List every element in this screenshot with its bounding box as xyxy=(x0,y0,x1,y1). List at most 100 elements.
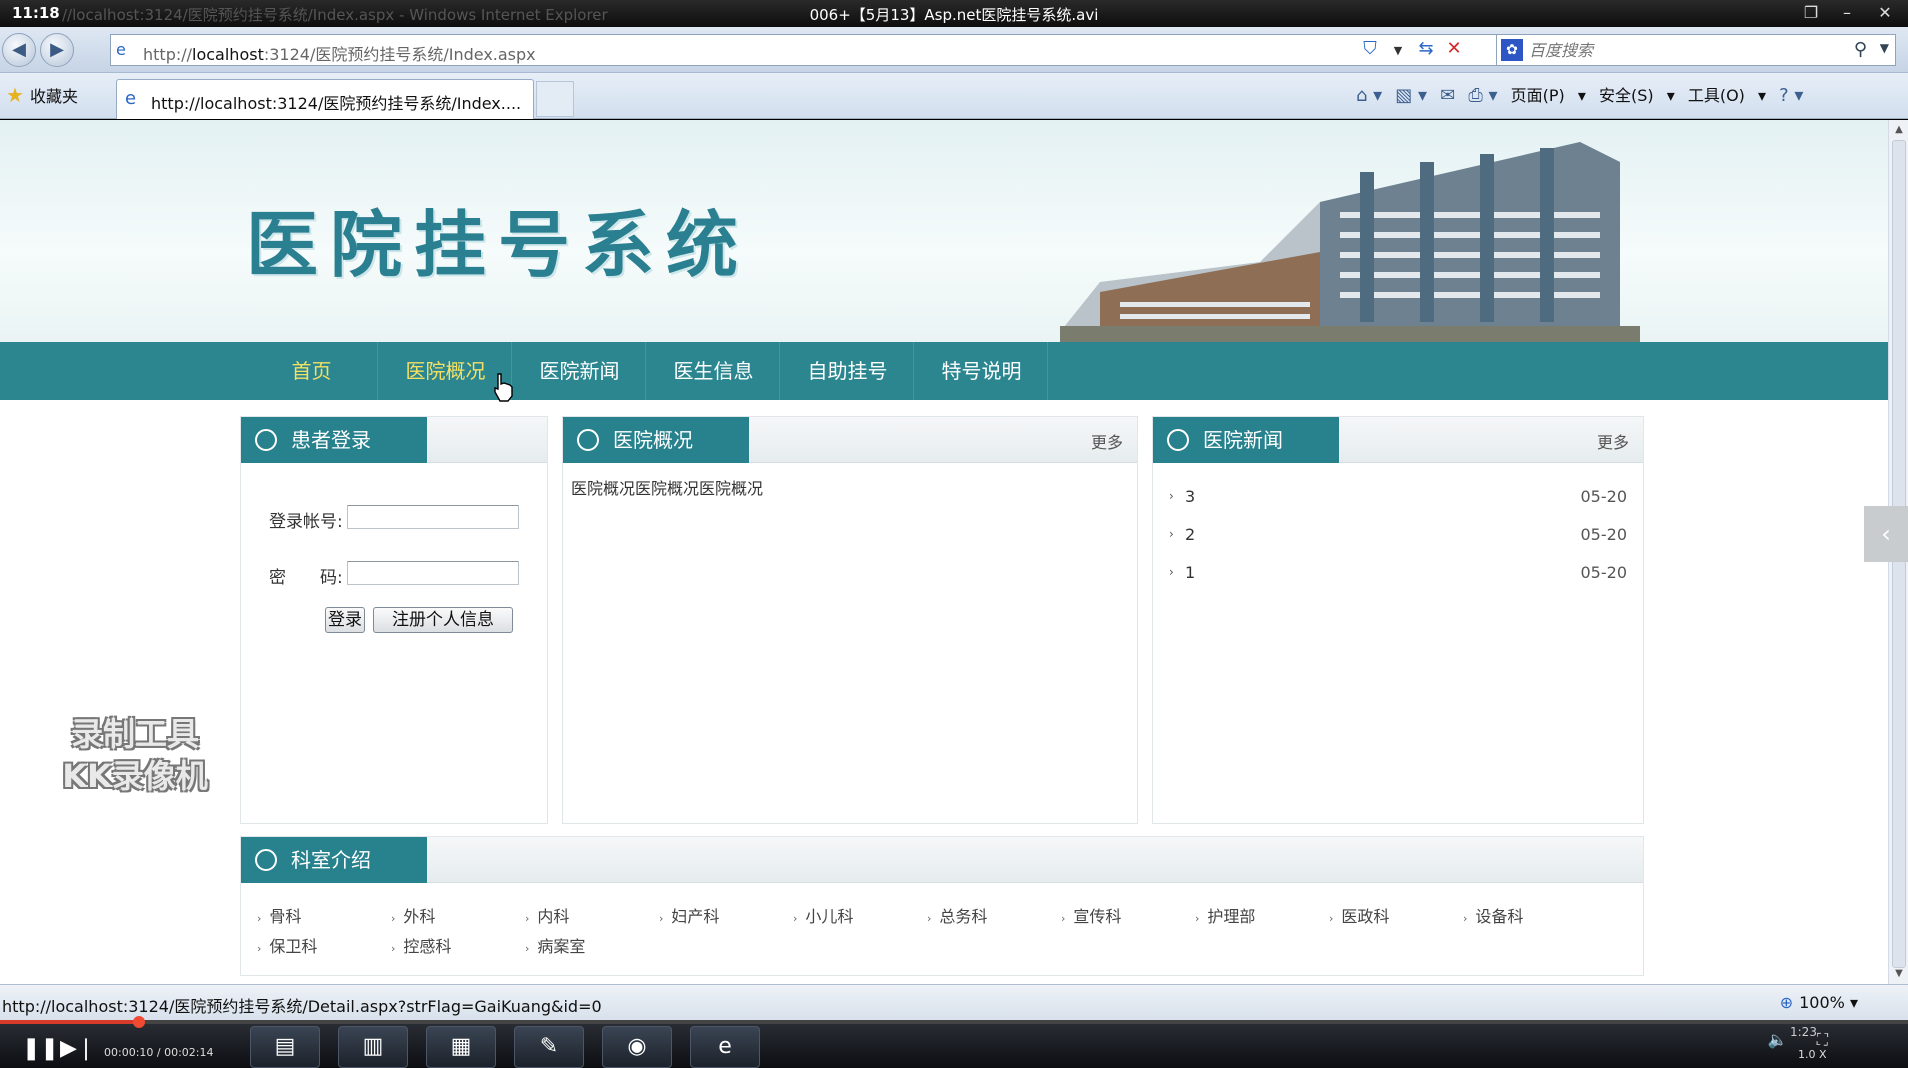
news-date: 05-20 xyxy=(1580,487,1628,506)
address-bar[interactable]: e http://localhost:3124/医院预约挂号系统/Index.a… xyxy=(110,34,1500,66)
password-input[interactable] xyxy=(347,561,519,585)
department-link[interactable]: › 小儿科 xyxy=(793,903,853,927)
print-icon[interactable]: ⎙ ▾ xyxy=(1468,81,1497,111)
account-label: 登录帐号: xyxy=(269,512,343,532)
department-link[interactable]: › 总务科 xyxy=(927,903,987,927)
tools-menu[interactable]: 工具(O) ▾ xyxy=(1688,81,1766,111)
overview-panel-title: 医院概况 xyxy=(563,417,749,463)
login-panel-header: 患者登录 xyxy=(241,417,547,463)
news-title[interactable]: 3 xyxy=(1185,487,1195,506)
minimize-icon[interactable]: – xyxy=(1836,3,1858,23)
news-date: 05-20 xyxy=(1580,525,1628,544)
safety-menu[interactable]: 安全(S) ▾ xyxy=(1599,81,1675,111)
search-box[interactable]: ✿ ⚲ ▼ xyxy=(1496,34,1896,66)
browser-tab[interactable]: e http://localhost:3124/医院预约挂号系统/Index..… xyxy=(116,79,534,119)
department-link[interactable]: › 控感科 xyxy=(391,933,451,957)
back-button[interactable]: ◀ xyxy=(2,33,36,67)
news-panel-header: 医院新闻 更多 xyxy=(1153,417,1643,463)
department-link[interactable]: › 宣传科 xyxy=(1061,903,1121,927)
page-menu[interactable]: 页面(P) ▾ xyxy=(1511,81,1586,111)
overview-more-link[interactable]: 更多 xyxy=(1091,429,1123,453)
ie-icon: e xyxy=(125,88,137,109)
system-tray: 🔈 ⛶ xyxy=(1768,1030,1828,1050)
address-url[interactable]: http://localhost:3124/医院预约挂号系统/Index.asp… xyxy=(143,41,536,65)
department-link[interactable]: › 保卫科 xyxy=(257,933,317,957)
department-link[interactable]: › 设备科 xyxy=(1463,903,1523,927)
pause-icon[interactable]: ❚❚ xyxy=(22,1036,59,1061)
nav-home[interactable]: 首页 xyxy=(246,342,378,400)
news-item[interactable]: › 2 05-20 xyxy=(1169,525,1627,549)
help-icon[interactable]: ? ▾ xyxy=(1779,81,1803,111)
news-item[interactable]: › 1 05-20 xyxy=(1169,563,1627,587)
next-icon[interactable]: ▶❘ xyxy=(60,1036,95,1061)
recorder-watermark: 录制工具 KK录像机 xyxy=(62,715,208,795)
news-date: 05-20 xyxy=(1580,563,1628,582)
taskbar-excel-icon[interactable]: ▦ xyxy=(426,1026,496,1068)
department-link[interactable]: › 妇产科 xyxy=(659,903,719,927)
chevron-right-icon: › xyxy=(1169,527,1174,541)
status-url: http://localhost:3124/医院预约挂号系统/Detail.as… xyxy=(2,997,602,1016)
forward-button[interactable]: ▶ xyxy=(40,33,74,67)
overview-panel-header: 医院概况 更多 xyxy=(563,417,1137,463)
baidu-logo-icon: ✿ xyxy=(1501,39,1523,61)
department-link[interactable]: › 内科 xyxy=(525,903,569,927)
taskbar-tool-icon[interactable]: ✎ xyxy=(514,1026,584,1068)
search-icon[interactable]: ⚲ xyxy=(1854,39,1867,60)
password-label: 密 码: xyxy=(269,568,343,588)
department-link[interactable]: › 医政科 xyxy=(1329,903,1389,927)
nav-special-number[interactable]: 特号说明 xyxy=(916,342,1048,400)
volume-icon[interactable]: 🔈 xyxy=(1768,1030,1788,1049)
account-input[interactable] xyxy=(347,505,519,529)
favorites-button[interactable]: ★ 收藏夹 xyxy=(6,83,78,107)
address-tools: ⛉ ▼ ⇆ ✕ xyxy=(1356,34,1468,64)
favorites-tab-row: ★ 收藏夹 e http://localhost:3124/医院预约挂号系统/In… xyxy=(0,73,1908,119)
departments-panel-title: 科室介绍 xyxy=(241,837,427,883)
taskbar-recorder-icon[interactable]: ◉ xyxy=(602,1026,672,1068)
refresh-icon[interactable]: ⇆ xyxy=(1412,34,1440,64)
department-link[interactable]: › 骨科 xyxy=(257,903,301,927)
fullscreen-icon[interactable]: ⛶ xyxy=(1817,1030,1828,1049)
stop-icon[interactable]: ✕ xyxy=(1440,34,1468,64)
scroll-up-icon[interactable]: ▲ xyxy=(1889,120,1908,140)
feed-icon[interactable]: ▧ ▾ xyxy=(1395,81,1427,111)
chevron-right-icon: › xyxy=(1169,565,1174,579)
news-title[interactable]: 2 xyxy=(1185,525,1195,544)
nav-doctor-info[interactable]: 医生信息 xyxy=(648,342,780,400)
search-input[interactable] xyxy=(1529,38,1839,62)
taskbar-app-icon[interactable]: ▤ xyxy=(250,1026,320,1068)
departments-panel-header: 科室介绍 xyxy=(241,837,1643,883)
progress-bar[interactable] xyxy=(0,1016,1908,1028)
zoom-control[interactable]: ⊕ 100% ▾ xyxy=(1780,993,1858,1012)
scroll-down-icon[interactable]: ▼ xyxy=(1889,964,1908,984)
nav-self-registration[interactable]: 自助挂号 xyxy=(782,342,914,400)
login-panel: 患者登录 登录帐号: 密 码: 登录 注册个人信息 xyxy=(240,416,548,824)
nav-hospital-news[interactable]: 医院新闻 xyxy=(514,342,646,400)
news-more-link[interactable]: 更多 xyxy=(1597,429,1629,453)
chevron-left-icon[interactable]: ‹ xyxy=(1864,506,1908,562)
department-link[interactable]: › 外科 xyxy=(391,903,435,927)
register-button[interactable]: 注册个人信息 xyxy=(373,607,513,633)
command-bar: ⌂ ▾ ▧ ▾ ✉ ⎙ ▾ 页面(P) ▾ 安全(S) ▾ 工具(O) ▾ ? … xyxy=(1356,81,1811,111)
home-icon[interactable]: ⌂ ▾ xyxy=(1356,81,1382,111)
video-controls: ❚❚ ▶❘ 00:00:10 / 00:02:14 ▤ ▥ ▦ ✎ ◉ e 1:… xyxy=(0,1016,1908,1068)
news-item[interactable]: › 3 05-20 xyxy=(1169,487,1627,511)
restore-icon[interactable]: ❐ xyxy=(1800,3,1822,23)
player-title-bar: 11:18 //localhost:3124/医院预约挂号系统/Index.as… xyxy=(0,0,1908,27)
news-panel-title: 医院新闻 xyxy=(1153,417,1339,463)
hospital-building-image xyxy=(1060,142,1640,342)
progress-knob[interactable] xyxy=(133,1016,146,1028)
department-link[interactable]: › 护理部 xyxy=(1195,903,1255,927)
dropdown-icon[interactable]: ▼ xyxy=(1384,36,1412,66)
taskbar-ie-icon[interactable]: e xyxy=(690,1026,760,1068)
taskbar-folder-icon[interactable]: ▥ xyxy=(338,1026,408,1068)
close-icon[interactable]: ✕ xyxy=(1874,3,1896,23)
zoom-icon: ⊕ xyxy=(1779,993,1794,1012)
new-tab-button[interactable] xyxy=(536,81,574,117)
browser-address-row: ◀ ▶ e http://localhost:3124/医院预约挂号系统/Ind… xyxy=(0,27,1908,73)
shield-icon[interactable]: ⛉ xyxy=(1356,34,1384,64)
mail-icon[interactable]: ✉ xyxy=(1440,81,1455,111)
login-button[interactable]: 登录 xyxy=(325,607,365,633)
search-dropdown-icon[interactable]: ▼ xyxy=(1880,41,1889,55)
news-title[interactable]: 1 xyxy=(1185,563,1195,582)
department-link[interactable]: › 病案室 xyxy=(525,933,585,957)
